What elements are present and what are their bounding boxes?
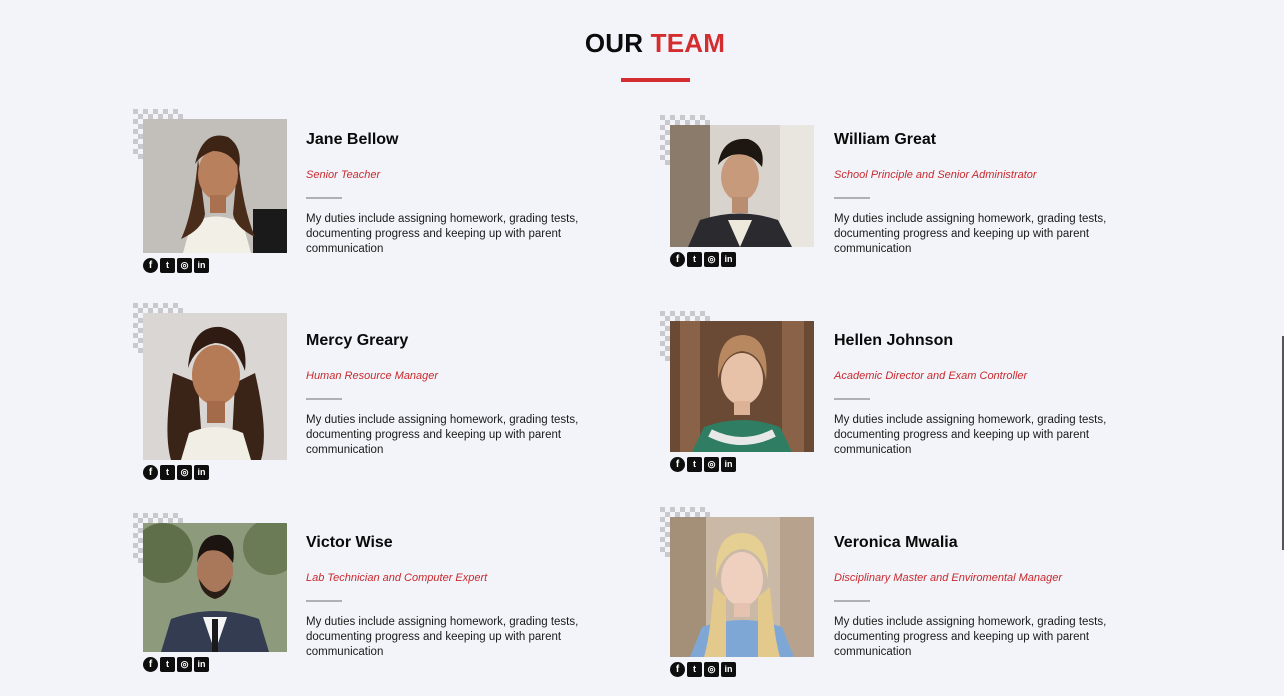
title-underline <box>621 78 690 82</box>
member-photo <box>670 125 814 247</box>
facebook-icon[interactable]: f <box>670 252 685 267</box>
member-photo <box>670 517 814 657</box>
linkedin-icon[interactable]: in <box>194 657 209 672</box>
member-role: Disciplinary Master and Enviromental Man… <box>834 572 1063 584</box>
social-links: f t ◎ in <box>143 258 209 273</box>
member-info: Victor Wise Lab Technician and Computer … <box>306 534 606 660</box>
member-role: Human Resource Manager <box>306 370 439 382</box>
member-name: William Great <box>834 131 937 148</box>
twitter-icon[interactable]: t <box>160 465 175 480</box>
twitter-icon[interactable]: t <box>160 657 175 672</box>
member-info: Mercy Greary Human Resource Manager My d… <box>306 332 606 458</box>
twitter-icon[interactable]: t <box>687 457 702 472</box>
facebook-icon[interactable]: f <box>143 657 158 672</box>
team-card: f t ◎ in Mercy Greary Human Resource Man… <box>133 303 653 483</box>
member-description: My duties include assigning homework, gr… <box>306 213 579 255</box>
member-description: My duties include assigning homework, gr… <box>306 616 579 658</box>
divider <box>306 600 342 602</box>
instagram-icon[interactable]: ◎ <box>704 457 719 472</box>
member-name: Jane Bellow <box>306 131 399 148</box>
instagram-icon[interactable]: ◎ <box>704 662 719 677</box>
divider <box>834 600 870 602</box>
facebook-icon[interactable]: f <box>670 457 685 472</box>
member-photo <box>143 119 287 253</box>
facebook-icon[interactable]: f <box>143 465 158 480</box>
member-photo <box>143 523 287 652</box>
member-info: William Great School Principle and Senio… <box>834 131 1134 257</box>
member-role: School Principle and Senior Administrato… <box>834 169 1037 181</box>
member-name: Hellen Johnson <box>834 332 954 349</box>
section-title: OUR TEAM <box>0 28 1284 59</box>
member-photo <box>143 313 287 460</box>
divider <box>306 197 342 199</box>
member-role: Senior Teacher <box>306 169 381 181</box>
member-photo <box>670 321 814 452</box>
linkedin-icon[interactable]: in <box>721 252 736 267</box>
social-links: f t ◎ in <box>670 252 736 267</box>
member-info: Hellen Johnson Academic Director and Exa… <box>834 332 1134 458</box>
social-links: f t ◎ in <box>143 465 209 480</box>
social-links: f t ◎ in <box>670 662 736 677</box>
linkedin-icon[interactable]: in <box>194 258 209 273</box>
team-card: f t ◎ in Victor Wise Lab Technician and … <box>133 513 653 693</box>
section-title-word-1: OUR <box>584 28 644 58</box>
twitter-icon[interactable]: t <box>687 252 702 267</box>
team-card: f t ◎ in Hellen Johnson Academic Directo… <box>660 311 1180 491</box>
social-links: f t ◎ in <box>670 457 736 472</box>
facebook-icon[interactable]: f <box>143 258 158 273</box>
linkedin-icon[interactable]: in <box>194 465 209 480</box>
member-name: Mercy Greary <box>306 332 409 349</box>
team-card: f t ◎ in Jane Bellow Senior Teacher My d… <box>133 109 653 289</box>
instagram-icon[interactable]: ◎ <box>177 465 192 480</box>
divider <box>834 398 870 400</box>
instagram-icon[interactable]: ◎ <box>177 657 192 672</box>
twitter-icon[interactable]: t <box>687 662 702 677</box>
member-description: My duties include assigning homework, gr… <box>834 213 1107 255</box>
team-card: f t ◎ in William Great School Principle … <box>660 115 1180 295</box>
social-links: f t ◎ in <box>143 657 209 672</box>
linkedin-icon[interactable]: in <box>721 457 736 472</box>
divider <box>834 197 870 199</box>
member-description: My duties include assigning homework, gr… <box>834 616 1107 658</box>
member-description: My duties include assigning homework, gr… <box>306 414 579 456</box>
member-role: Lab Technician and Computer Expert <box>306 572 488 584</box>
member-info: Jane Bellow Senior Teacher My duties inc… <box>306 131 606 257</box>
divider <box>306 398 342 400</box>
section-title-word-2: TEAM <box>650 28 726 58</box>
instagram-icon[interactable]: ◎ <box>704 252 719 267</box>
member-name: Veronica Mwalia <box>834 534 958 551</box>
member-description: My duties include assigning homework, gr… <box>834 414 1107 456</box>
member-role: Academic Director and Exam Controller <box>834 370 1028 382</box>
facebook-icon[interactable]: f <box>670 662 685 677</box>
linkedin-icon[interactable]: in <box>721 662 736 677</box>
twitter-icon[interactable]: t <box>160 258 175 273</box>
member-name: Victor Wise <box>306 534 393 551</box>
member-info: Veronica Mwalia Disciplinary Master and … <box>834 534 1134 660</box>
instagram-icon[interactable]: ◎ <box>177 258 192 273</box>
team-card: f t ◎ in Veronica Mwalia Disciplinary Ma… <box>660 507 1180 687</box>
